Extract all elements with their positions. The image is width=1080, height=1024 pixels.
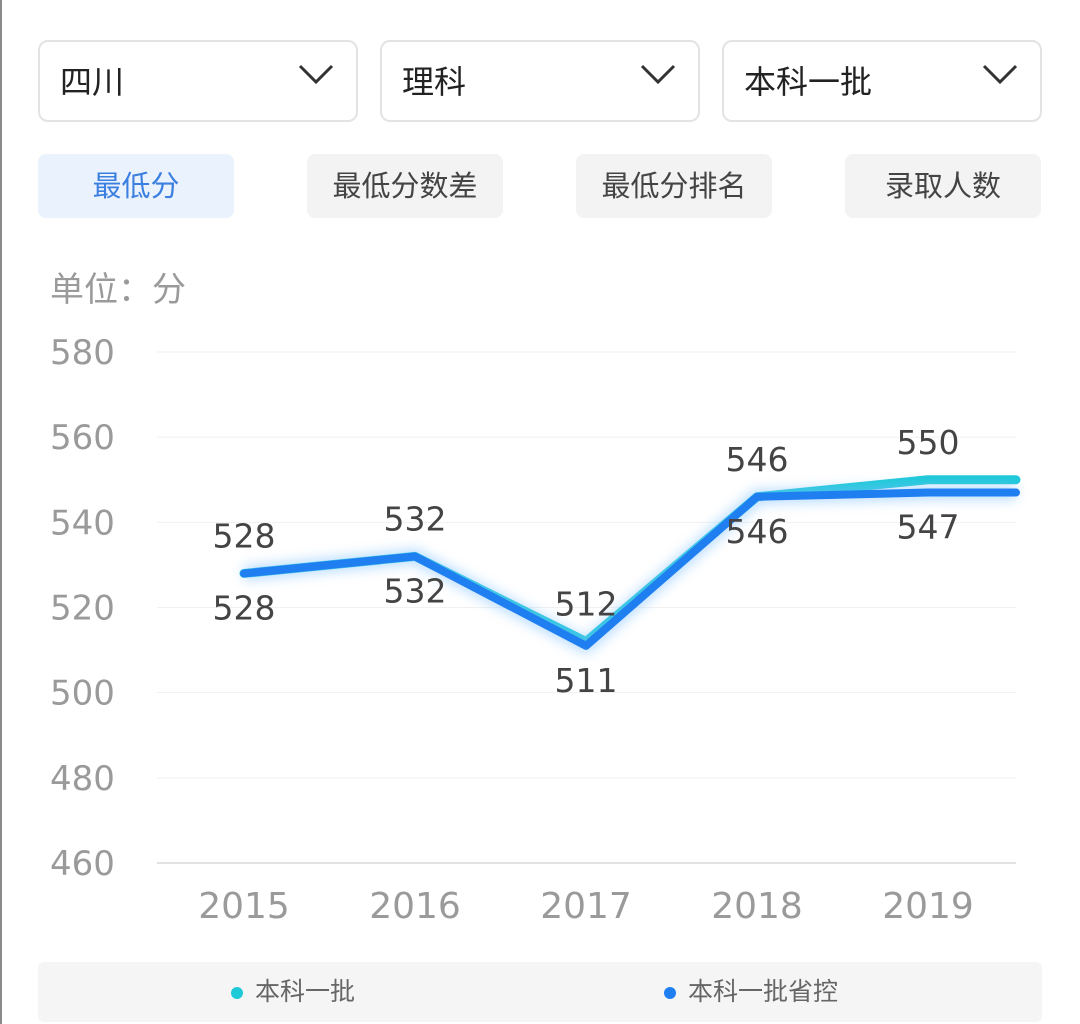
y-tick-label: 500: [50, 674, 115, 714]
tab-min-score-diff[interactable]: 最低分数差: [307, 154, 503, 218]
unit-label: 单位：分: [50, 270, 186, 310]
legend-label: 本科一批: [255, 977, 356, 1006]
chevron-down-icon: [298, 64, 334, 85]
data-label-series-1: 512: [555, 585, 618, 624]
data-label-series-2: 546: [726, 512, 789, 551]
y-tick-label: 460: [50, 844, 115, 884]
x-tick-label: 2016: [369, 886, 461, 927]
x-tick-label: 2019: [882, 886, 974, 927]
legend-dot-icon: [231, 987, 243, 999]
data-label-series-2: 547: [897, 508, 960, 547]
province-select-value: 四川: [60, 63, 125, 101]
legend-dot-icon: [664, 987, 676, 999]
data-label-series-2: 528: [213, 588, 276, 627]
data-label-series-1: 528: [213, 516, 276, 555]
legend-item-series-2[interactable]: 本科一批省控: [664, 962, 838, 1022]
tab-min-score-rank[interactable]: 最低分排名: [576, 154, 772, 218]
chevron-down-icon: [640, 64, 676, 85]
x-tick-label: 2018: [711, 886, 803, 927]
subject-select[interactable]: 理科: [380, 40, 700, 122]
y-tick-label: 560: [50, 418, 115, 458]
data-label-series-2: 532: [384, 571, 447, 610]
y-tick-label: 540: [50, 503, 115, 543]
y-tick-label: 580: [50, 333, 115, 373]
data-label-series-1: 550: [897, 423, 960, 462]
batch-select[interactable]: 本科一批: [722, 40, 1042, 122]
legend-item-series-1[interactable]: 本科一批: [231, 962, 355, 1022]
province-select[interactable]: 四川: [38, 40, 358, 122]
data-label-series-2: 511: [555, 661, 618, 700]
legend-label: 本科一批省控: [688, 977, 839, 1006]
chevron-down-icon: [982, 64, 1018, 85]
tab-admission-count[interactable]: 录取人数: [845, 154, 1041, 218]
chart-legend: 本科一批 本科一批省控: [38, 962, 1042, 1022]
y-tick-label: 480: [50, 759, 115, 799]
tab-min-score[interactable]: 最低分: [38, 154, 234, 218]
batch-select-value: 本科一批: [744, 63, 873, 101]
data-label-series-1: 546: [726, 440, 789, 479]
data-label-series-1: 532: [384, 499, 447, 538]
x-tick-label: 2015: [198, 886, 290, 927]
x-tick-label: 2017: [540, 886, 632, 927]
y-tick-label: 520: [50, 589, 115, 629]
subject-select-value: 理科: [402, 63, 467, 101]
line-chart: 580 560 540 520 500 480 460 2015 2016 2017 2018 20…: [50, 333, 1021, 927]
